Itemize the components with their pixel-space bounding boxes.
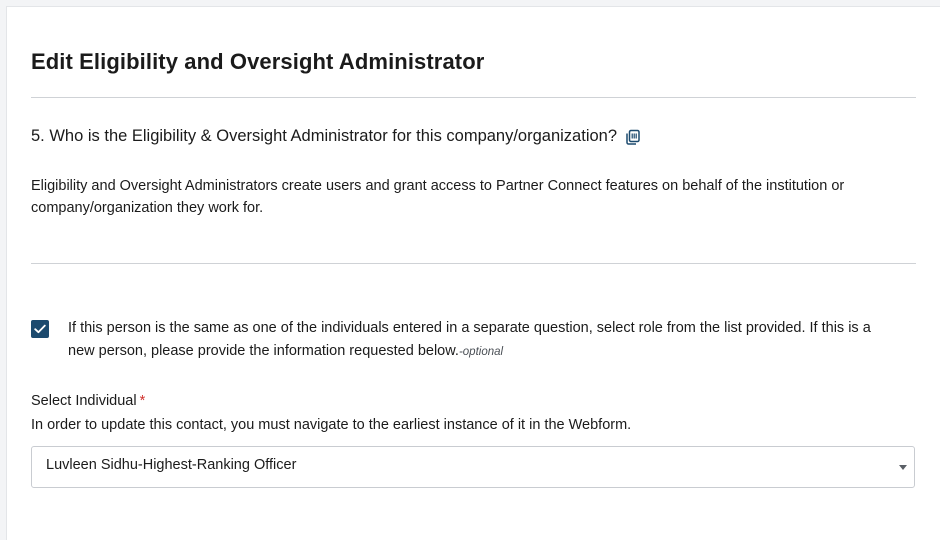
section-divider xyxy=(31,263,916,264)
select-individual-value: Luvleen Sidhu-Highest-Ranking Officer xyxy=(46,457,297,473)
copy-icon[interactable] xyxy=(625,129,641,145)
optional-tag: -optional xyxy=(458,346,504,358)
select-individual-hint: In order to update this contact, you mus… xyxy=(31,417,632,433)
title-divider xyxy=(31,97,916,98)
chevron-down-icon[interactable] xyxy=(899,465,907,470)
question-description: Eligibility and Oversight Administrators… xyxy=(31,178,845,216)
select-individual-label: Select Individual * xyxy=(31,393,145,409)
same-person-checkbox[interactable] xyxy=(31,320,49,338)
page-title: Edit Eligibility and Oversight Administr… xyxy=(31,49,485,74)
edit-form-card: Edit Eligibility and Oversight Administr… xyxy=(6,6,940,540)
checkmark-icon xyxy=(34,324,46,334)
question-heading: 5. Who is the Eligibility & Oversight Ad… xyxy=(31,127,641,146)
select-individual-label-text: Select Individual xyxy=(31,393,137,409)
required-marker: * xyxy=(139,393,146,409)
same-person-checkbox-label[interactable]: If this person is the same as one of the… xyxy=(68,317,898,364)
question-text: 5. Who is the Eligibility & Oversight Ad… xyxy=(31,127,618,145)
select-individual-dropdown[interactable]: Luvleen Sidhu-Highest-Ranking Officer xyxy=(31,446,915,488)
